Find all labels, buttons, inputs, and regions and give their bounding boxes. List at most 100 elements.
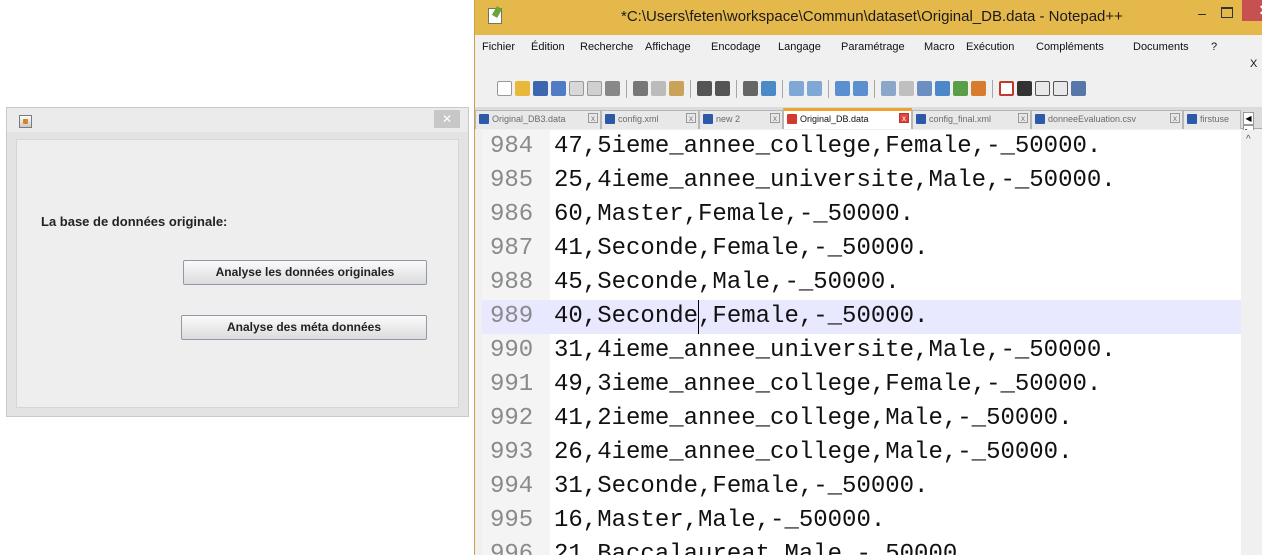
editor-line[interactable]: 991 49,3ieme_annee_college,Female,-_50000… <box>482 368 1241 402</box>
paste-icon[interactable] <box>669 81 684 96</box>
close-all-icon[interactable] <box>587 81 602 96</box>
indent-guide-icon[interactable] <box>917 81 932 96</box>
menu-close-document[interactable]: X <box>1250 58 1257 70</box>
function-list-icon[interactable] <box>953 81 968 96</box>
editor-line[interactable]: 985 25,4ieme_annee_universite,Male,-_5000… <box>482 164 1241 198</box>
stop-macro-icon[interactable] <box>1017 81 1032 96</box>
tab-new-2[interactable]: new 2 x <box>699 110 783 129</box>
line-number: 994 <box>490 473 534 500</box>
close-button[interactable]: ✕ <box>1242 0 1262 21</box>
line-number: 987 <box>490 235 534 262</box>
tab-original-db3[interactable]: Original_DB3.data x <box>475 110 601 129</box>
line-number: 989 <box>490 303 534 330</box>
undo-icon[interactable] <box>697 81 712 96</box>
line-text[interactable]: 25,4ieme_annee_universite,Male,-_50000. <box>554 164 1116 198</box>
editor-line[interactable]: 987 41,Seconde,Female,-_50000. <box>482 232 1241 266</box>
editor-line[interactable]: 984 47,5ieme_annee_college,Female,-_50000… <box>482 130 1241 164</box>
line-text[interactable]: 16,Master,Male,-_50000. <box>554 504 885 538</box>
save-macro-icon[interactable] <box>1071 81 1086 96</box>
dialog-title-bar[interactable]: ✕ <box>7 108 468 132</box>
line-text[interactable]: 60,Master,Female,-_50000. <box>554 198 914 232</box>
editor-line[interactable]: 996 21,Baccalaureat,Male,-_50000. <box>482 538 1241 555</box>
line-text[interactable]: 47,5ieme_annee_college,Female,-_50000. <box>554 130 1101 164</box>
vertical-scrollbar[interactable]: ^ <box>1242 130 1259 555</box>
scroll-up-arrow-icon[interactable]: ^ <box>1246 134 1251 145</box>
copy-icon[interactable] <box>651 81 666 96</box>
line-text[interactable]: 31,4ieme_annee_universite,Male,-_50000. <box>554 334 1116 368</box>
tab-close-icon[interactable]: x <box>686 113 696 123</box>
line-text[interactable]: 41,2ieme_annee_college,Male,-_50000. <box>554 402 1072 436</box>
find-icon[interactable] <box>743 81 758 96</box>
dialog-close-button[interactable]: ✕ <box>434 110 460 128</box>
redo-icon[interactable] <box>715 81 730 96</box>
zoom-in-icon[interactable] <box>789 81 804 96</box>
current-line[interactable]: 989 40,Seconde,Female,-_50000. <box>482 300 1241 334</box>
line-text[interactable]: 26,4ieme_annee_college,Male,-_50000. <box>554 436 1072 470</box>
close-file-icon[interactable] <box>569 81 584 96</box>
tab-close-icon[interactable]: x <box>588 113 598 123</box>
menu-encodage[interactable]: Encodage <box>711 41 761 53</box>
tab-config-xml[interactable]: config.xml x <box>601 110 699 129</box>
analyze-metadata-button[interactable]: Analyse des méta données <box>181 315 427 340</box>
show-all-chars-icon[interactable] <box>899 81 914 96</box>
menu-edition[interactable]: Édition <box>531 41 565 53</box>
record-macro-icon[interactable] <box>999 81 1014 96</box>
tab-original-db[interactable]: Original_DB.data x <box>783 108 912 129</box>
menu-help[interactable]: ? <box>1211 41 1217 53</box>
run-macro-multiple-icon[interactable] <box>1053 81 1068 96</box>
open-file-icon[interactable] <box>515 81 530 96</box>
npp-title-bar[interactable]: *C:\Users\feten\workspace\Commun\dataset… <box>475 0 1262 35</box>
word-wrap-icon[interactable] <box>881 81 896 96</box>
tab-config-final-xml[interactable]: config_final.xml x <box>912 110 1031 129</box>
menu-affichage[interactable]: Affichage <box>645 41 691 53</box>
doc-map-icon[interactable] <box>935 81 950 96</box>
sync-horizontal-icon[interactable] <box>853 81 868 96</box>
editor-line[interactable]: 986 60,Master,Female,-_50000. <box>482 198 1241 232</box>
new-file-icon[interactable] <box>497 81 512 96</box>
maximize-button[interactable] <box>1217 5 1237 19</box>
minimize-button[interactable]: – <box>1192 6 1212 20</box>
menu-parametrage[interactable]: Paramétrage <box>841 41 905 53</box>
replace-icon[interactable] <box>761 81 776 96</box>
menu-bar: Fichier Édition Recherche Affichage Enco… <box>475 35 1262 71</box>
save-all-icon[interactable] <box>551 81 566 96</box>
tab-close-icon[interactable]: x <box>1018 113 1028 123</box>
menu-recherche[interactable]: Recherche <box>580 41 633 53</box>
menu-documents[interactable]: Documents <box>1133 41 1189 53</box>
print-icon[interactable] <box>605 81 620 96</box>
tab-close-icon[interactable]: x <box>899 113 909 123</box>
tab-donnee-evaluation[interactable]: donneeEvaluation.csv x <box>1031 110 1183 129</box>
line-text[interactable]: 41,Seconde,Female,-_50000. <box>554 232 928 266</box>
line-text[interactable]: 49,3ieme_annee_college,Female,-_50000. <box>554 368 1101 402</box>
sync-vertical-icon[interactable] <box>835 81 850 96</box>
tab-firstuse[interactable]: firstuse <box>1183 110 1241 129</box>
editor-line[interactable]: 992 41,2ieme_annee_college,Male,-_50000. <box>482 402 1241 436</box>
line-text[interactable]: 45,Seconde,Male,-_50000. <box>554 266 900 300</box>
tab-close-icon[interactable]: x <box>1170 113 1180 123</box>
menu-fichier[interactable]: Fichier <box>482 41 515 53</box>
editor-line[interactable]: 990 31,4ieme_annee_universite,Male,-_5000… <box>482 334 1241 368</box>
editor-line[interactable]: 993 26,4ieme_annee_college,Male,-_50000. <box>482 436 1241 470</box>
editor-line[interactable]: 994 31,Seconde,Female,-_50000. <box>482 470 1241 504</box>
line-text[interactable]: 40,Seconde,Female,-_50000. <box>554 300 928 334</box>
line-number: 991 <box>490 371 534 398</box>
line-text[interactable]: 21,Baccalaureat,Male,-_50000. <box>554 538 972 555</box>
file-icon <box>479 114 489 124</box>
tab-scroll-left-icon[interactable]: ◀ <box>1243 112 1254 125</box>
line-text[interactable]: 31,Seconde,Female,-_50000. <box>554 470 928 504</box>
folder-workspace-icon[interactable] <box>971 81 986 96</box>
play-macro-icon[interactable] <box>1035 81 1050 96</box>
save-icon[interactable] <box>533 81 548 96</box>
zoom-out-icon[interactable] <box>807 81 822 96</box>
editor-area[interactable]: 984 47,5ieme_annee_college,Female,-_50000… <box>482 130 1241 555</box>
menu-execution[interactable]: Exécution <box>966 41 1014 53</box>
tab-close-icon[interactable]: x <box>770 113 780 123</box>
menu-macro[interactable]: Macro <box>924 41 955 53</box>
menu-langage[interactable]: Langage <box>778 41 821 53</box>
menu-complements[interactable]: Compléments <box>1036 41 1104 53</box>
editor-line[interactable]: 995 16,Master,Male,-_50000. <box>482 504 1241 538</box>
editor-line[interactable]: 988 45,Seconde,Male,-_50000. <box>482 266 1241 300</box>
notepadpp-window: *C:\Users\feten\workspace\Commun\dataset… <box>474 0 1262 555</box>
analyze-original-data-button[interactable]: Analyse les données originales <box>183 260 427 285</box>
cut-icon[interactable] <box>633 81 648 96</box>
